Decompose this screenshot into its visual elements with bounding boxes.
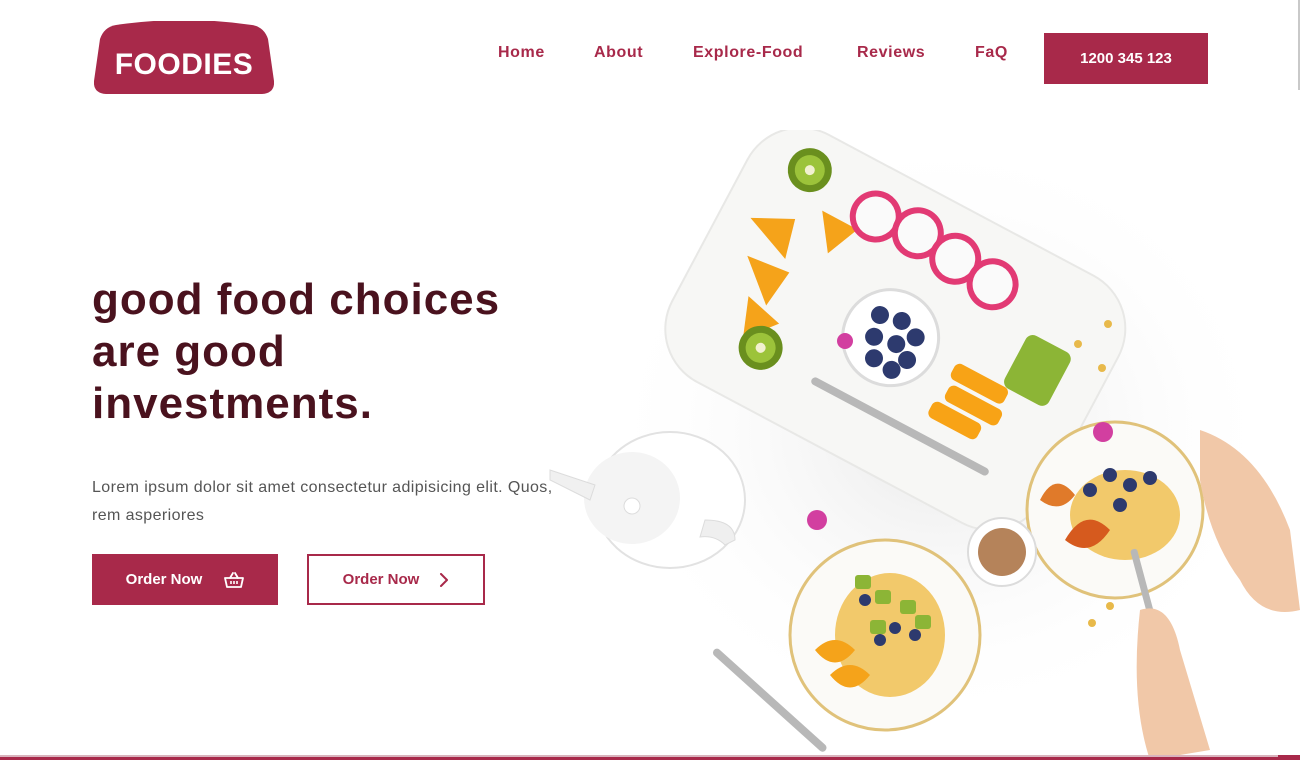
nav-item-about[interactable]: About: [594, 44, 643, 62]
nav-item-home[interactable]: Home: [498, 44, 545, 62]
hero-title: good food choices are good investments.: [92, 275, 501, 428]
brand-logo[interactable]: FOODIES: [94, 21, 274, 95]
phone-button[interactable]: 1200 345 123: [1044, 33, 1208, 84]
bottom-accent-highlight: [0, 755, 1278, 757]
nav-item-explore-food[interactable]: Explore-Food: [693, 44, 803, 62]
chevron-right-icon: [439, 572, 449, 587]
brand-name: FOODIES: [114, 48, 254, 81]
order-now-outline-label: Order Now: [342, 571, 420, 588]
nav-item-reviews[interactable]: Reviews: [857, 44, 925, 62]
food-plates-photo: [520, 126, 1300, 760]
order-now-label: Order Now: [125, 571, 203, 588]
hero-description: Lorem ipsum dolor sit amet consectetur a…: [92, 479, 553, 524]
basket-icon: [224, 571, 245, 589]
order-now-button[interactable]: Order Now: [92, 554, 278, 605]
nav-item-faq[interactable]: FaQ: [975, 44, 1008, 62]
order-now-outline-button[interactable]: Order Now: [307, 554, 485, 605]
